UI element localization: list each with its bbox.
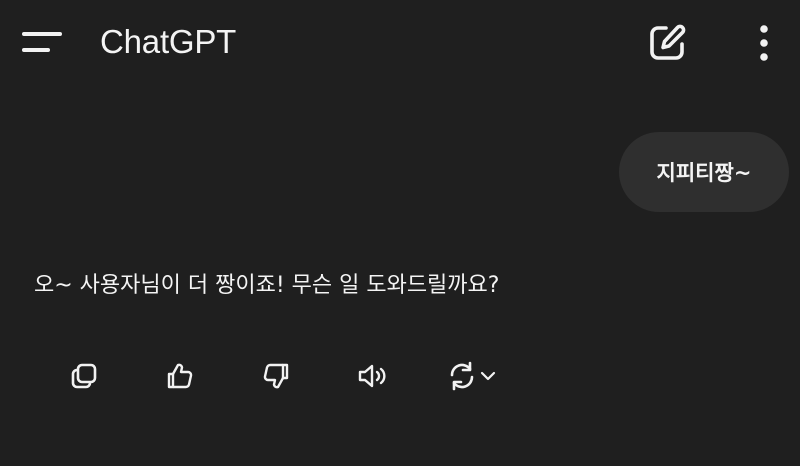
copy-icon (71, 363, 97, 389)
chevron-down-icon (480, 371, 496, 381)
read-aloud-button[interactable] (352, 352, 396, 400)
thumbs-down-icon (263, 363, 289, 389)
user-message-text: 지피티짱~ (656, 161, 752, 185)
assistant-message-text: 오~ 사용자님이 더 짱이죠! 무슨 일 도와드릴까요? (34, 273, 500, 298)
menu-icon (22, 32, 62, 52)
regenerate-icon (450, 361, 474, 391)
new-chat-icon (650, 24, 686, 60)
speaker-icon (358, 364, 386, 388)
more-vertical-icon (760, 25, 768, 61)
app-title: ChatGPT (100, 23, 237, 60)
thumbs-up-icon (167, 363, 193, 389)
regenerate-button[interactable] (440, 352, 502, 400)
thumbs-up-button[interactable] (158, 352, 202, 400)
user-message-bubble: 지피티짱~ (619, 132, 789, 212)
thumbs-down-button[interactable] (254, 352, 298, 400)
menu-button[interactable] (18, 24, 64, 62)
new-chat-button[interactable] (644, 20, 690, 66)
top-bar: ChatGPT (0, 0, 800, 86)
message-action-bar (0, 352, 800, 400)
more-options-button[interactable] (748, 20, 780, 66)
copy-button[interactable] (62, 352, 106, 400)
